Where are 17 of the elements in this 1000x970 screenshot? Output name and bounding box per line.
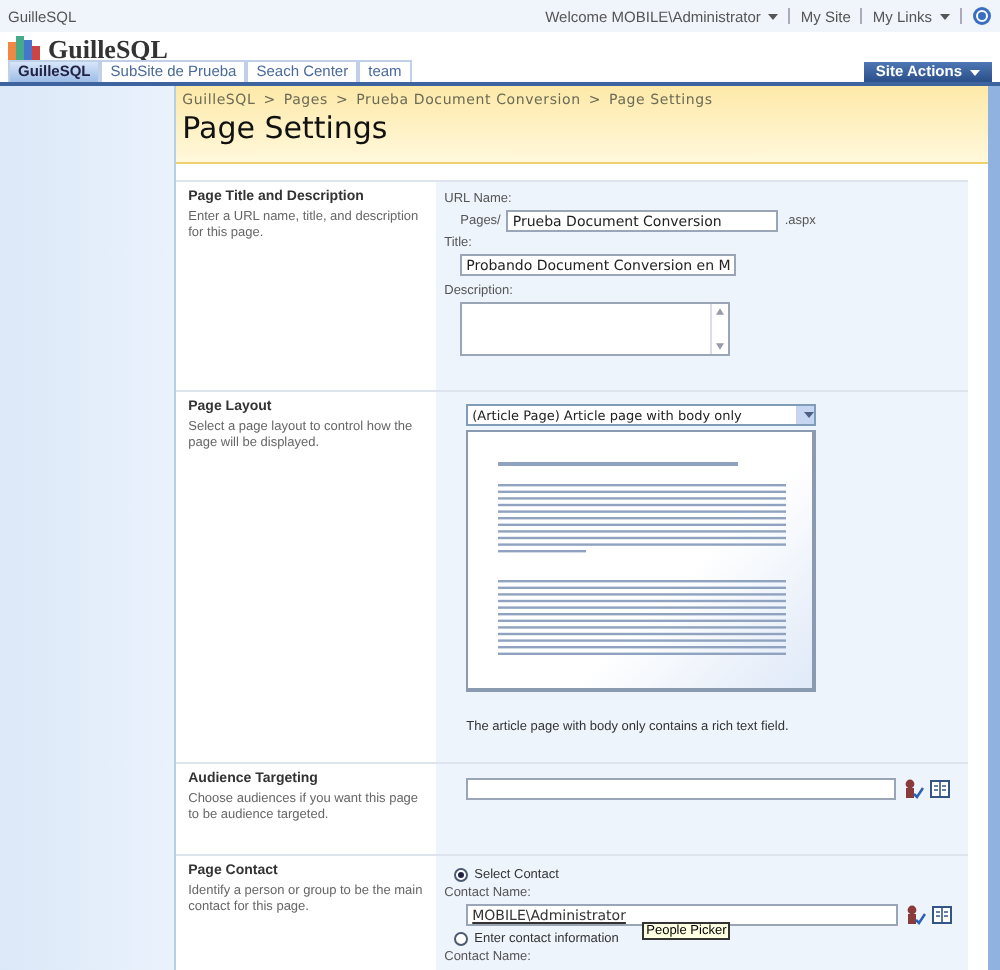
- check-names-icon[interactable]: [904, 904, 927, 926]
- site-logo-icon: [8, 36, 40, 62]
- scrollbar[interactable]: [710, 304, 729, 354]
- address-book-icon[interactable]: [930, 780, 951, 798]
- page-title: Page Settings: [182, 110, 390, 146]
- caret-icon: [804, 412, 815, 418]
- address-book-icon[interactable]: [932, 906, 953, 924]
- site-title: GuilleSQL: [48, 33, 168, 65]
- caret-icon: [940, 13, 950, 19]
- check-names-icon[interactable]: [902, 778, 925, 800]
- description-field[interactable]: [460, 302, 731, 356]
- help-icon[interactable]: [972, 6, 992, 26]
- radio-button[interactable]: [454, 868, 469, 882]
- radio-button[interactable]: [454, 932, 469, 946]
- caret-icon: [970, 69, 980, 75]
- caret-icon: [768, 13, 779, 19]
- audience-field[interactable]: [466, 778, 897, 800]
